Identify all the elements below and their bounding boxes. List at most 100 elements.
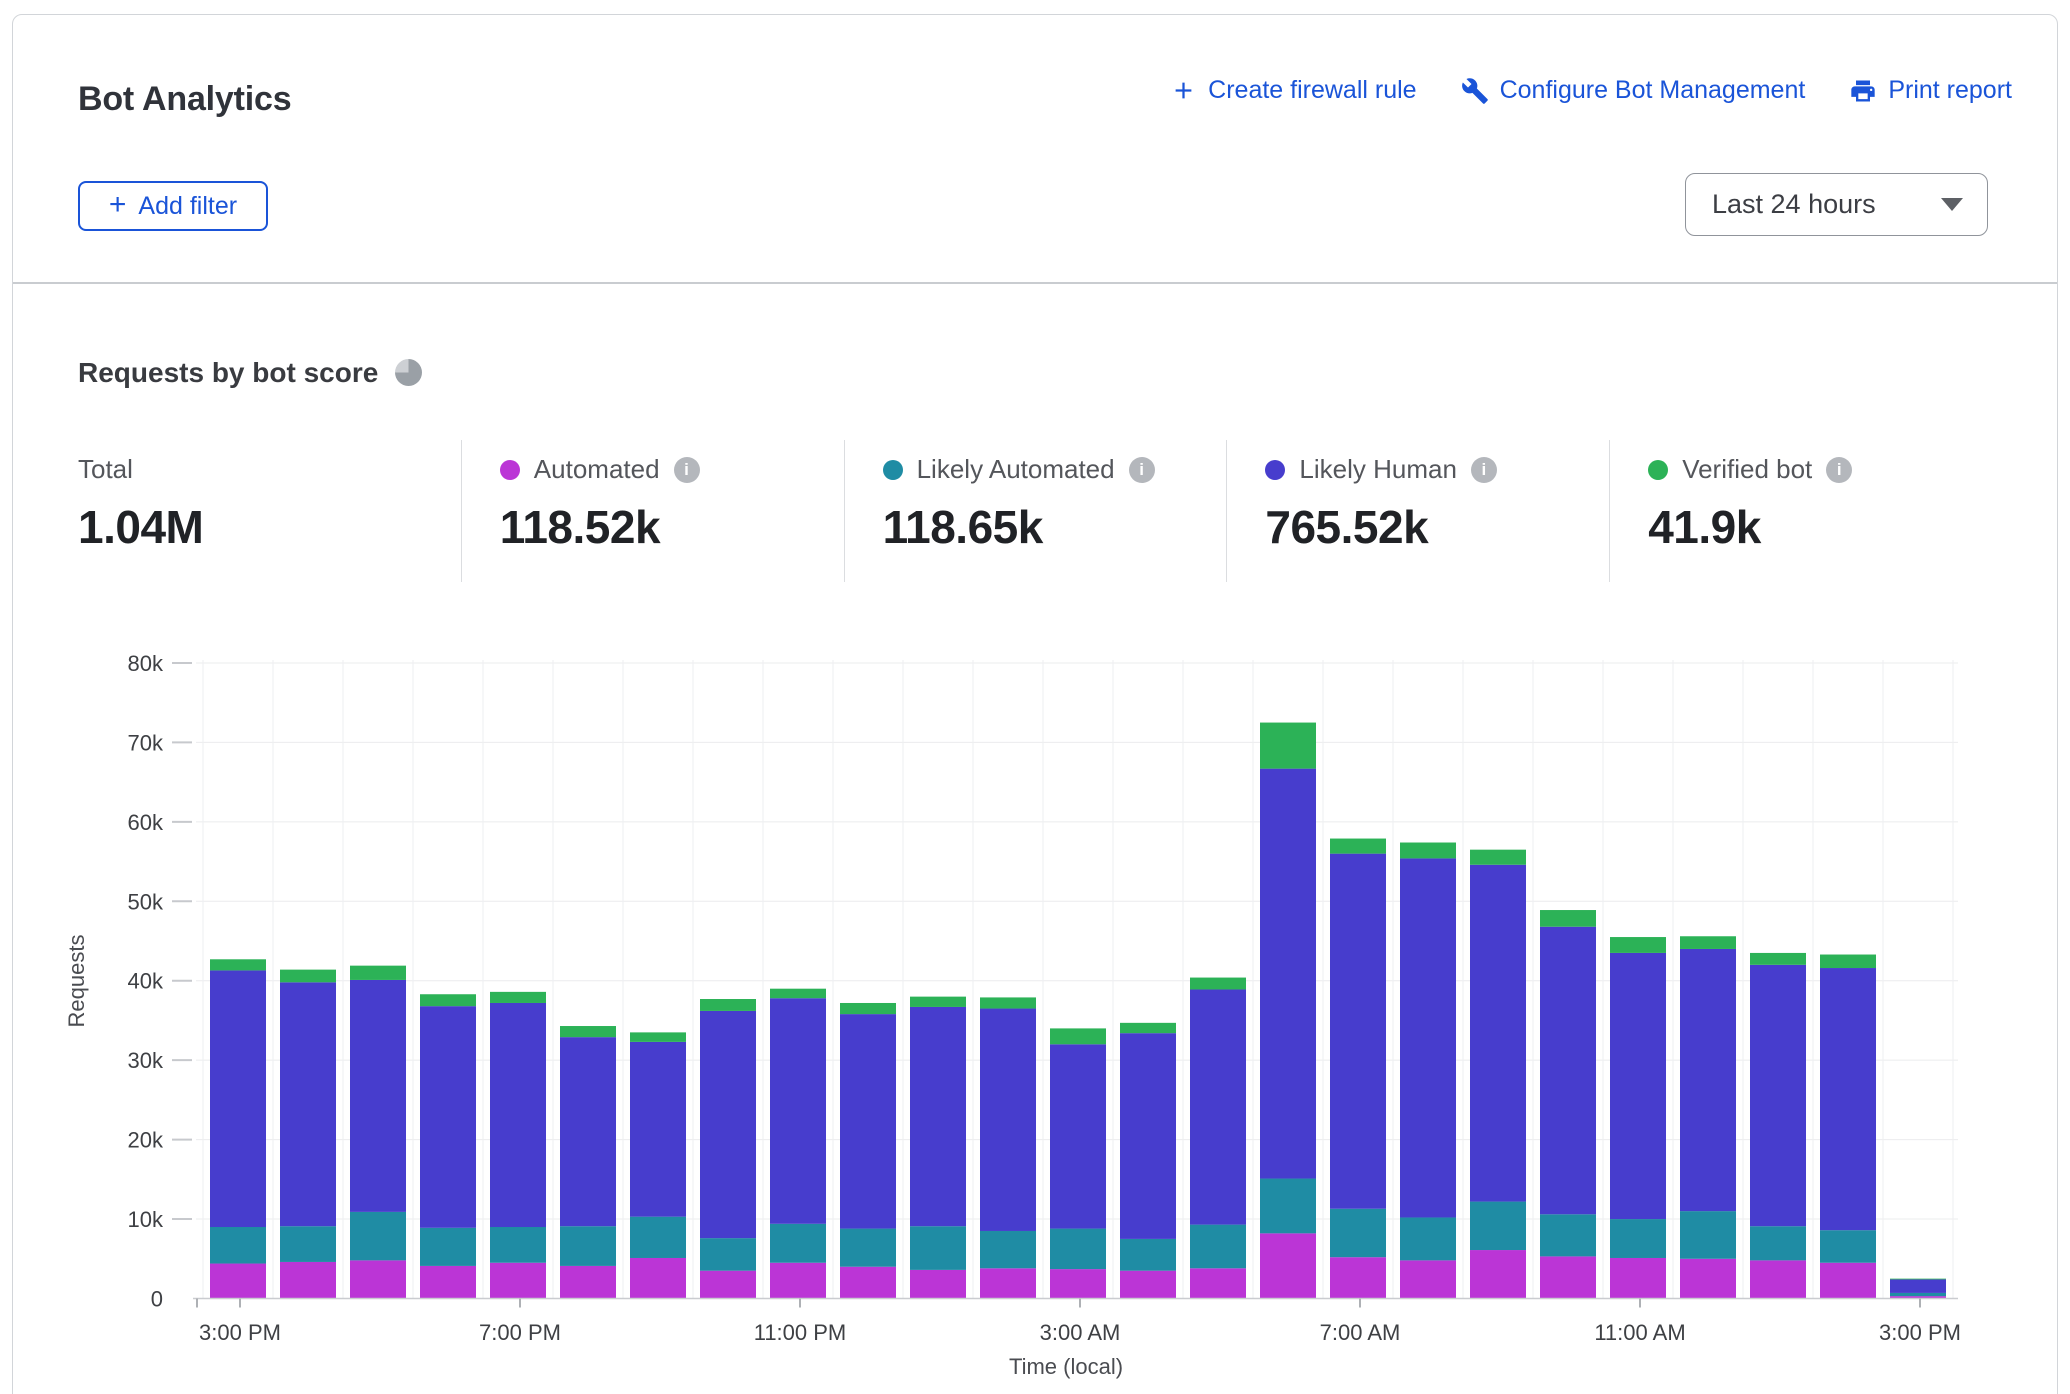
bar-segment-automated[interactable] — [1540, 1256, 1596, 1298]
bar-segment-automated[interactable] — [1470, 1250, 1526, 1298]
bar-segment-verified-bot[interactable] — [560, 1026, 616, 1037]
bar-segment-likely-human[interactable] — [280, 982, 336, 1226]
bar-segment-likely-automated[interactable] — [1330, 1209, 1386, 1257]
bar-segment-likely-automated[interactable] — [210, 1227, 266, 1264]
bar-segment-automated[interactable] — [210, 1264, 266, 1299]
bar-segment-verified-bot[interactable] — [980, 997, 1036, 1008]
bar-segment-automated[interactable] — [1750, 1260, 1806, 1298]
bar-segment-likely-automated[interactable] — [840, 1229, 896, 1267]
bar-segment-likely-human[interactable] — [1470, 865, 1526, 1202]
bar-segment-automated[interactable] — [770, 1263, 826, 1299]
bar-segment-likely-automated[interactable] — [910, 1226, 966, 1270]
bar-segment-automated[interactable] — [1050, 1269, 1106, 1298]
add-filter-button[interactable]: + Add filter — [78, 181, 268, 231]
bar-segment-automated[interactable] — [1680, 1259, 1736, 1299]
bar-segment-automated[interactable] — [280, 1262, 336, 1299]
print-report-link[interactable]: Print report — [1849, 76, 2012, 105]
bar-segment-likely-human[interactable] — [1750, 965, 1806, 1226]
bar-segment-likely-automated[interactable] — [1120, 1239, 1176, 1271]
bar-segment-verified-bot[interactable] — [1680, 936, 1736, 949]
bar-segment-likely-automated[interactable] — [560, 1226, 616, 1266]
bar-segment-verified-bot[interactable] — [1820, 955, 1876, 969]
bar-segment-verified-bot[interactable] — [1400, 843, 1456, 859]
bar-segment-likely-human[interactable] — [1680, 949, 1736, 1211]
bar-segment-likely-automated[interactable] — [350, 1212, 406, 1260]
bar-segment-likely-automated[interactable] — [1820, 1230, 1876, 1263]
bar-segment-automated[interactable] — [1610, 1258, 1666, 1299]
bar-segment-likely-automated[interactable] — [1610, 1219, 1666, 1258]
bar-segment-likely-automated[interactable] — [630, 1217, 686, 1258]
time-range-select[interactable]: Last 24 hours — [1685, 173, 1988, 236]
bar-segment-verified-bot[interactable] — [1120, 1023, 1176, 1033]
bar-segment-automated[interactable] — [910, 1270, 966, 1299]
bar-segment-verified-bot[interactable] — [1890, 1279, 1946, 1280]
bar-segment-likely-human[interactable] — [350, 980, 406, 1212]
bar-segment-likely-human[interactable] — [770, 998, 826, 1224]
bar-segment-likely-automated[interactable] — [700, 1238, 756, 1271]
bar-segment-verified-bot[interactable] — [840, 1003, 896, 1014]
bar-segment-automated[interactable] — [1120, 1271, 1176, 1299]
bar-segment-likely-automated[interactable] — [1050, 1229, 1106, 1270]
bar-segment-likely-automated[interactable] — [980, 1231, 1036, 1268]
bar-segment-likely-automated[interactable] — [1890, 1293, 1946, 1296]
bar-segment-likely-human[interactable] — [840, 1014, 896, 1228]
bar-segment-automated[interactable] — [420, 1266, 476, 1299]
bar-segment-likely-human[interactable] — [910, 1007, 966, 1226]
bar-segment-likely-human[interactable] — [210, 970, 266, 1227]
bar-segment-likely-human[interactable] — [1400, 858, 1456, 1217]
bar-segment-verified-bot[interactable] — [770, 989, 826, 999]
bar-segment-automated[interactable] — [1330, 1257, 1386, 1298]
bar-segment-likely-human[interactable] — [700, 1011, 756, 1238]
bar-segment-automated[interactable] — [840, 1267, 896, 1299]
bar-segment-likely-human[interactable] — [560, 1037, 616, 1226]
bar-segment-automated[interactable] — [1820, 1263, 1876, 1299]
bar-segment-likely-human[interactable] — [1260, 769, 1316, 1179]
bar-segment-likely-human[interactable] — [1190, 989, 1246, 1224]
bar-segment-likely-human[interactable] — [490, 1003, 546, 1227]
create-firewall-rule-link[interactable]: Create firewall rule — [1170, 76, 1416, 105]
bar-segment-verified-bot[interactable] — [1260, 723, 1316, 769]
bar-segment-verified-bot[interactable] — [1050, 1028, 1106, 1044]
bar-segment-verified-bot[interactable] — [210, 959, 266, 970]
bar-segment-likely-human[interactable] — [630, 1042, 686, 1217]
bar-segment-likely-automated[interactable] — [490, 1227, 546, 1263]
bar-segment-likely-automated[interactable] — [1260, 1179, 1316, 1234]
info-icon[interactable]: i — [1129, 457, 1155, 483]
bar-segment-automated[interactable] — [1260, 1233, 1316, 1298]
bar-segment-likely-automated[interactable] — [1470, 1202, 1526, 1250]
bar-segment-automated[interactable] — [1400, 1260, 1456, 1298]
info-icon[interactable]: i — [674, 457, 700, 483]
bar-segment-automated[interactable] — [700, 1271, 756, 1299]
bar-segment-likely-human[interactable] — [1890, 1279, 1946, 1293]
bar-segment-verified-bot[interactable] — [1750, 953, 1806, 965]
bar-segment-likely-automated[interactable] — [1540, 1214, 1596, 1256]
bar-segment-likely-automated[interactable] — [280, 1226, 336, 1262]
bar-segment-automated[interactable] — [560, 1266, 616, 1299]
bar-segment-automated[interactable] — [630, 1258, 686, 1299]
bar-segment-verified-bot[interactable] — [1330, 839, 1386, 854]
bar-segment-verified-bot[interactable] — [1190, 978, 1246, 990]
bar-segment-verified-bot[interactable] — [350, 966, 406, 980]
bar-segment-automated[interactable] — [350, 1260, 406, 1298]
info-icon[interactable]: i — [1826, 457, 1852, 483]
bar-segment-verified-bot[interactable] — [1610, 937, 1666, 953]
bar-segment-verified-bot[interactable] — [490, 992, 546, 1003]
bar-segment-likely-automated[interactable] — [1750, 1226, 1806, 1260]
bar-segment-automated[interactable] — [490, 1263, 546, 1299]
bar-segment-likely-human[interactable] — [1050, 1044, 1106, 1228]
bar-segment-likely-automated[interactable] — [1190, 1225, 1246, 1269]
bar-segment-verified-bot[interactable] — [280, 970, 336, 983]
bar-segment-likely-human[interactable] — [1330, 854, 1386, 1209]
bar-segment-likely-human[interactable] — [420, 1006, 476, 1228]
bar-segment-verified-bot[interactable] — [420, 994, 476, 1006]
bar-segment-likely-automated[interactable] — [1400, 1217, 1456, 1260]
configure-bot-management-link[interactable]: Configure Bot Management — [1461, 76, 1806, 105]
bar-segment-automated[interactable] — [1190, 1268, 1246, 1298]
info-icon[interactable]: i — [1471, 457, 1497, 483]
bar-segment-likely-human[interactable] — [1540, 927, 1596, 1215]
bar-segment-automated[interactable] — [980, 1268, 1036, 1298]
bar-segment-likely-automated[interactable] — [420, 1228, 476, 1266]
bar-segment-likely-human[interactable] — [1120, 1033, 1176, 1239]
bar-segment-verified-bot[interactable] — [910, 997, 966, 1007]
bar-segment-likely-human[interactable] — [1820, 968, 1876, 1230]
